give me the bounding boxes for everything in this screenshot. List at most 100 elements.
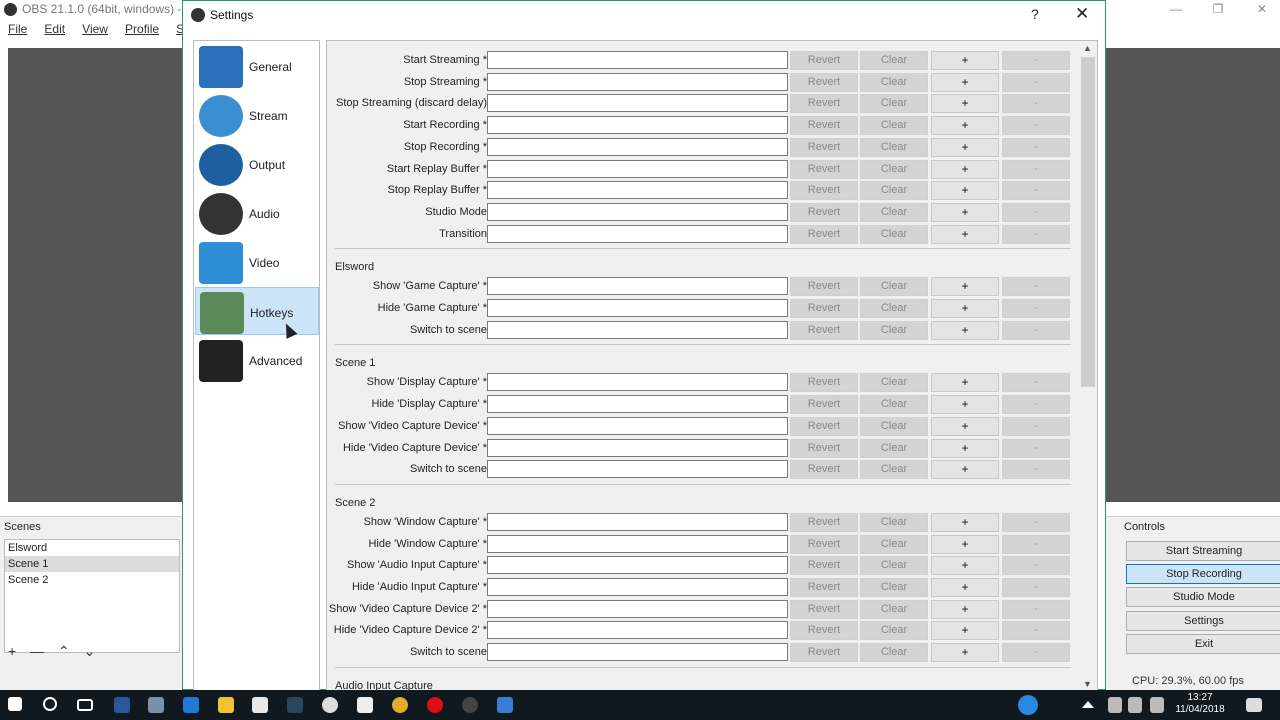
remove-hotkey-button[interactable]: - bbox=[1002, 556, 1070, 576]
clear-button[interactable]: Clear bbox=[860, 512, 928, 532]
revert-button[interactable]: Revert bbox=[790, 137, 858, 157]
taskbar-clock[interactable]: 13:27 11/04/2018 bbox=[1170, 692, 1230, 716]
remove-hotkey-button[interactable]: - bbox=[1002, 373, 1070, 393]
clear-button[interactable]: Clear bbox=[860, 395, 928, 415]
battery-icon[interactable] bbox=[1128, 697, 1142, 713]
scene-item[interactable]: Scene 1 bbox=[5, 556, 179, 572]
remove-hotkey-button[interactable]: - bbox=[1002, 512, 1070, 532]
opera-icon[interactable] bbox=[427, 697, 443, 713]
revert-button[interactable]: Revert bbox=[790, 373, 858, 393]
clear-button[interactable]: Clear bbox=[860, 621, 928, 641]
hotkey-input[interactable] bbox=[487, 438, 788, 457]
clear-button[interactable]: Clear bbox=[860, 202, 928, 222]
hotkey-input[interactable] bbox=[487, 578, 788, 596]
help-tray-icon[interactable] bbox=[1018, 695, 1038, 715]
remove-hotkey-button[interactable]: - bbox=[1002, 277, 1070, 297]
clear-button[interactable]: Clear bbox=[860, 137, 928, 157]
add-hotkey-button[interactable]: + bbox=[931, 534, 999, 554]
obs-settings-taskbar-icon[interactable] bbox=[497, 697, 513, 713]
remove-hotkey-button[interactable]: - bbox=[1002, 299, 1070, 318]
clear-button[interactable]: Clear bbox=[860, 94, 928, 114]
revert-button[interactable]: Revert bbox=[790, 621, 858, 641]
remove-hotkey-button[interactable]: - bbox=[1002, 137, 1070, 157]
revert-button[interactable]: Revert bbox=[790, 320, 858, 340]
hotkey-input[interactable] bbox=[487, 137, 788, 156]
revert-button[interactable]: Revert bbox=[790, 556, 858, 576]
clear-button[interactable]: Clear bbox=[860, 277, 928, 297]
hotkey-input[interactable] bbox=[487, 277, 788, 296]
nav-item-video[interactable]: Video bbox=[195, 238, 319, 286]
task-view-icon[interactable] bbox=[77, 699, 93, 711]
maximize-button[interactable]: ❐ bbox=[1200, 0, 1236, 20]
nav-item-advanced[interactable]: Advanced bbox=[195, 336, 319, 384]
add-hotkey-button[interactable]: + bbox=[931, 599, 999, 619]
add-hotkey-button[interactable]: + bbox=[931, 116, 999, 136]
clear-button[interactable]: Clear bbox=[860, 460, 928, 480]
remove-hotkey-button[interactable]: - bbox=[1002, 116, 1070, 136]
add-hotkey-button[interactable]: + bbox=[931, 395, 999, 415]
revert-button[interactable]: Revert bbox=[790, 578, 858, 597]
hotkey-input[interactable] bbox=[487, 299, 788, 317]
hotkey-input[interactable] bbox=[487, 621, 788, 640]
clear-button[interactable]: Clear bbox=[860, 159, 928, 179]
hotkey-input[interactable] bbox=[487, 181, 788, 200]
add-hotkey-button[interactable]: + bbox=[931, 320, 999, 340]
remove-hotkey-button[interactable]: - bbox=[1002, 72, 1070, 92]
edge-icon[interactable] bbox=[183, 697, 199, 713]
add-hotkey-button[interactable]: + bbox=[931, 512, 999, 532]
add-hotkey-button[interactable]: + bbox=[931, 159, 999, 179]
network-icon[interactable] bbox=[1108, 697, 1122, 713]
start-streaming-button[interactable]: Start Streaming bbox=[1126, 541, 1280, 561]
revert-button[interactable]: Revert bbox=[790, 224, 858, 244]
revert-button[interactable]: Revert bbox=[790, 438, 858, 458]
remove-hotkey-button[interactable]: - bbox=[1002, 643, 1070, 663]
remove-hotkey-button[interactable]: - bbox=[1002, 534, 1070, 554]
clear-button[interactable]: Clear bbox=[860, 373, 928, 393]
hotkey-input[interactable] bbox=[487, 556, 788, 575]
app-icon[interactable] bbox=[114, 697, 130, 713]
revert-button[interactable]: Revert bbox=[790, 159, 858, 179]
revert-button[interactable]: Revert bbox=[790, 534, 858, 554]
remove-hotkey-button[interactable]: - bbox=[1002, 416, 1070, 436]
add-hotkey-button[interactable]: + bbox=[931, 224, 999, 244]
clear-button[interactable]: Clear bbox=[860, 320, 928, 340]
close-button[interactable]: ✕ bbox=[1244, 0, 1280, 20]
remove-hotkey-button[interactable]: - bbox=[1002, 438, 1070, 458]
remove-hotkey-button[interactable]: - bbox=[1002, 599, 1070, 619]
nav-item-general[interactable]: General bbox=[195, 42, 319, 90]
nav-item-hotkeys[interactable]: Hotkeys bbox=[195, 287, 319, 335]
add-hotkey-button[interactable]: + bbox=[931, 643, 999, 663]
exit-button[interactable]: Exit bbox=[1126, 634, 1280, 654]
remove-hotkey-button[interactable]: - bbox=[1002, 395, 1070, 415]
settings-button[interactable]: Settings bbox=[1126, 611, 1280, 631]
file-explorer-icon[interactable] bbox=[218, 697, 234, 713]
hotkey-input[interactable] bbox=[487, 460, 788, 479]
add-hotkey-button[interactable]: + bbox=[931, 299, 999, 318]
revert-button[interactable]: Revert bbox=[790, 599, 858, 619]
store-icon[interactable] bbox=[252, 697, 268, 713]
hp-icon[interactable] bbox=[322, 697, 338, 713]
remove-hotkey-button[interactable]: - bbox=[1002, 181, 1070, 201]
hotkey-input[interactable] bbox=[487, 202, 788, 221]
scenes-list[interactable]: Elsword Scene 1 Scene 2 bbox=[4, 539, 180, 653]
revert-button[interactable]: Revert bbox=[790, 72, 858, 92]
chrome-icon[interactable] bbox=[392, 697, 408, 713]
minimize-button[interactable]: — bbox=[1158, 0, 1194, 20]
clear-button[interactable]: Clear bbox=[860, 578, 928, 597]
revert-button[interactable]: Revert bbox=[790, 512, 858, 532]
hotkey-input[interactable] bbox=[487, 534, 788, 553]
studio-mode-button[interactable]: Studio Mode bbox=[1126, 587, 1280, 607]
dialog-close-button[interactable]: ✕ bbox=[1075, 4, 1089, 24]
add-hotkey-button[interactable]: + bbox=[931, 181, 999, 201]
hotkey-input[interactable] bbox=[487, 72, 788, 91]
add-hotkey-button[interactable]: + bbox=[931, 578, 999, 597]
remove-hotkey-button[interactable]: - bbox=[1002, 94, 1070, 114]
steam-icon[interactable] bbox=[287, 697, 303, 713]
scene-item[interactable]: Elsword bbox=[5, 540, 179, 556]
help-button[interactable]: ? bbox=[1031, 6, 1039, 22]
clear-button[interactable]: Clear bbox=[860, 416, 928, 436]
revert-button[interactable]: Revert bbox=[790, 116, 858, 136]
revert-button[interactable]: Revert bbox=[790, 299, 858, 318]
nav-item-audio[interactable]: Audio bbox=[195, 189, 319, 237]
revert-button[interactable]: Revert bbox=[790, 277, 858, 297]
